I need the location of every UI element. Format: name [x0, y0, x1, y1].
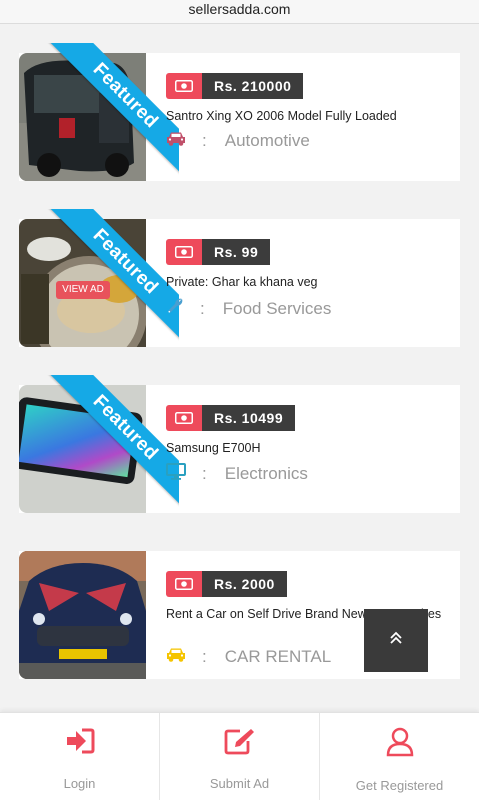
money-icon	[166, 571, 202, 597]
login-icon	[65, 727, 95, 760]
category-separator: :	[202, 647, 207, 666]
scroll-to-top-button[interactable]	[364, 609, 428, 672]
category-separator: :	[202, 131, 207, 150]
category-separator: :	[202, 464, 207, 483]
money-icon	[166, 73, 202, 99]
price-value: Rs. 10499	[202, 405, 296, 431]
listing-thumbnail[interactable]	[19, 551, 146, 679]
login-label: Login	[63, 776, 96, 791]
category-separator: :	[200, 298, 205, 318]
listing-category[interactable]: : Food Services	[166, 297, 331, 320]
car-icon	[166, 131, 186, 151]
listing-card[interactable]: VIEW AD Featured Rs. 99 Private: Ghar ka…	[19, 209, 460, 347]
price-value: Rs. 2000	[202, 571, 287, 597]
listing-thumbnail[interactable]	[19, 53, 146, 181]
url-bar[interactable]: sellersadda.com	[0, 0, 479, 24]
category-label: Food Services	[222, 298, 332, 318]
get-registered-label: Get Registered	[355, 778, 444, 793]
listing-category[interactable]: : Automotive	[166, 131, 310, 151]
price-badge: Rs. 210000	[166, 73, 304, 99]
category-label: Automotive	[224, 131, 310, 150]
listing-title[interactable]: Samsung E700H	[166, 439, 446, 457]
wrench-icon	[166, 297, 184, 320]
url-text: sellersadda.com	[188, 1, 291, 17]
money-icon	[166, 405, 202, 431]
login-button[interactable]: Login	[0, 713, 160, 800]
money-icon	[166, 239, 202, 265]
listing-card[interactable]: Featured Rs. 10499 Samsung E700H : Elect…	[19, 375, 460, 513]
view-ad-button[interactable]: VIEW AD	[56, 281, 110, 299]
listing-title[interactable]: Santro Xing XO 2006 Model Fully Loaded	[166, 107, 446, 125]
listing-thumbnail[interactable]: VIEW AD	[19, 219, 146, 347]
listing-thumbnail[interactable]	[19, 385, 146, 513]
monitor-icon	[166, 463, 186, 485]
user-icon	[386, 727, 414, 762]
listing-title[interactable]: Private: Ghar ka khana veg	[166, 273, 446, 291]
listing-category[interactable]: : Electronics	[166, 463, 308, 485]
price-value: Rs. 99	[202, 239, 271, 265]
submit-ad-label: Submit Ad	[209, 776, 270, 791]
price-value: Rs. 210000	[202, 73, 304, 99]
submit-ad-button[interactable]: Submit Ad	[160, 713, 320, 800]
bottom-nav: Login Submit Ad Get Registered	[0, 712, 479, 800]
price-badge: Rs. 99	[166, 239, 271, 265]
category-label: Electronics	[224, 464, 308, 483]
price-badge: Rs. 10499	[166, 405, 296, 431]
edit-icon	[224, 727, 256, 760]
double-chevron-up-icon	[389, 631, 403, 650]
get-registered-button[interactable]: Get Registered	[320, 713, 479, 800]
price-badge: Rs. 2000	[166, 571, 287, 597]
listing-category[interactable]: : CAR RENTAL	[166, 647, 331, 667]
listing-card[interactable]: Featured Rs. 210000 Santro Xing XO 2006 …	[19, 43, 460, 181]
category-label: CAR RENTAL	[224, 647, 332, 666]
car-icon	[166, 647, 186, 667]
